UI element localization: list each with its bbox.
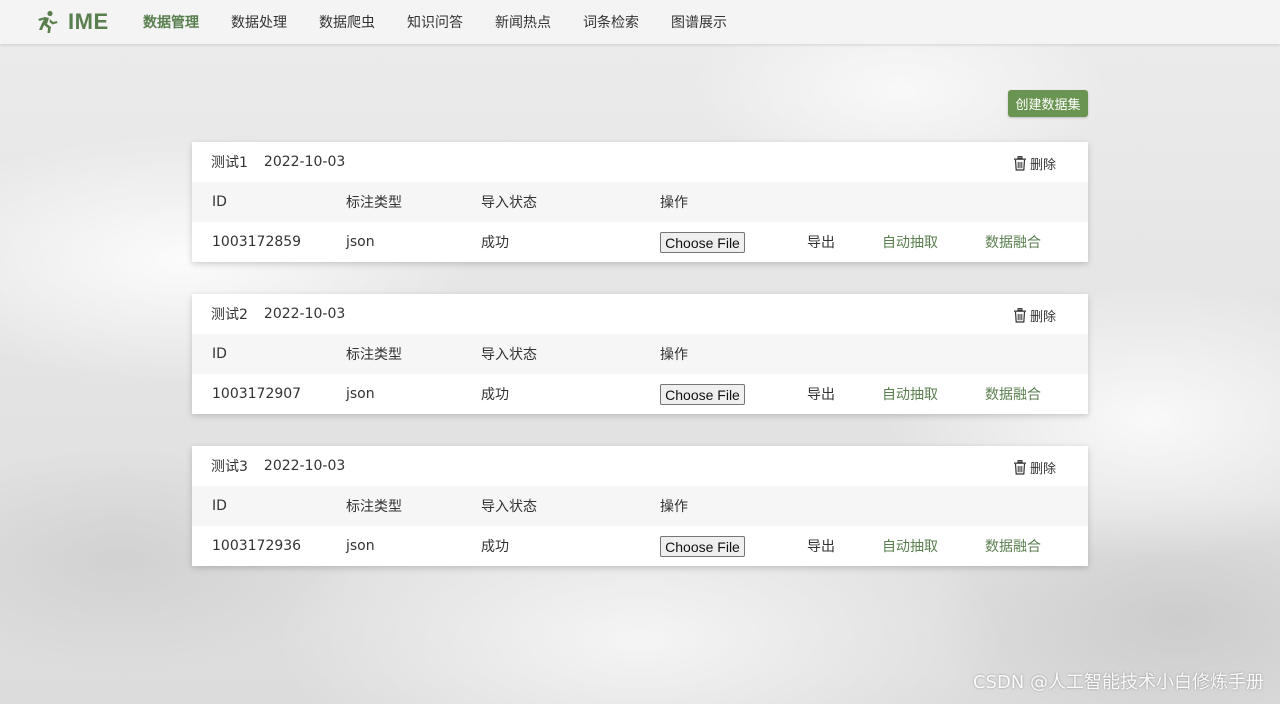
choose-file-button[interactable]: Choose File	[660, 536, 745, 557]
nav-item-graph-display[interactable]: 图谱展示	[671, 12, 727, 32]
auto-extract-link[interactable]: 自动抽取	[882, 526, 938, 566]
dataset-card-header: 测试1 2022-10-03 删除	[192, 142, 1088, 182]
dataset-card: 测试2 2022-10-03 删除 ID 标注类型 导入状态 操作 100317…	[192, 294, 1088, 414]
import-status: 成功	[481, 387, 509, 403]
main-nav: 数据管理 数据处理 数据爬虫 知识问答 新闻热点 词条检索 图谱展示	[143, 0, 759, 44]
delete-label: 删除	[1029, 310, 1056, 325]
annotation-type: json	[346, 538, 375, 554]
delete-label: 删除	[1029, 462, 1056, 477]
dataset-name: 测试3	[211, 459, 248, 475]
export-link[interactable]: 导出	[807, 222, 835, 262]
dataset-date: 2022-10-03	[263, 306, 346, 322]
column-header-operation: 操作	[660, 195, 688, 211]
watermark: CSDN @人工智能技术小白修炼手册	[972, 672, 1264, 693]
column-header-type: 标注类型	[346, 347, 402, 363]
nav-item-data-crawler[interactable]: 数据爬虫	[319, 12, 375, 32]
table-header-row: ID 标注类型 导入状态 操作	[192, 182, 1088, 222]
trash-icon	[1013, 308, 1026, 323]
export-link[interactable]: 导出	[807, 526, 835, 566]
column-header-operation: 操作	[660, 499, 688, 515]
dataset-id: 1003172859	[212, 234, 302, 250]
running-figure-icon	[36, 10, 60, 34]
brand-logo[interactable]: IME	[36, 9, 143, 35]
table-header-row: ID 标注类型 导入状态 操作	[192, 334, 1088, 374]
dataset-name: 测试1	[211, 155, 248, 171]
column-header-id: ID	[212, 498, 227, 514]
column-header-type: 标注类型	[346, 195, 402, 211]
annotation-type: json	[346, 386, 375, 402]
annotation-type: json	[346, 234, 375, 250]
brand-name: IME	[68, 9, 109, 34]
choose-file-button[interactable]: Choose File	[660, 384, 745, 405]
nav-item-data-processing[interactable]: 数据处理	[231, 12, 287, 32]
dataset-date: 2022-10-03	[263, 154, 346, 170]
column-header-status: 导入状态	[481, 347, 537, 363]
column-header-id: ID	[212, 346, 227, 362]
nav-item-knowledge-qa[interactable]: 知识问答	[407, 12, 463, 32]
top-navbar: IME 数据管理 数据处理 数据爬虫 知识问答 新闻热点 词条检索 图谱展示	[0, 0, 1280, 44]
nav-item-entry-search[interactable]: 词条检索	[583, 12, 639, 32]
delete-button[interactable]: 删除	[1013, 306, 1056, 325]
dataset-name: 测试2	[211, 307, 248, 323]
trash-icon	[1013, 156, 1026, 171]
auto-extract-link[interactable]: 自动抽取	[882, 374, 938, 414]
auto-extract-link[interactable]: 自动抽取	[882, 222, 938, 262]
column-header-id: ID	[212, 194, 227, 210]
dataset-id: 1003172936	[212, 538, 302, 554]
dataset-id: 1003172907	[212, 386, 302, 402]
import-status: 成功	[481, 539, 509, 555]
delete-label: 删除	[1029, 158, 1056, 173]
trash-icon	[1013, 460, 1026, 475]
create-dataset-button[interactable]: 创建数据集	[1008, 90, 1088, 117]
data-merge-link[interactable]: 数据融合	[985, 222, 1041, 262]
data-merge-link[interactable]: 数据融合	[985, 526, 1041, 566]
column-header-status: 导入状态	[481, 195, 537, 211]
data-merge-link[interactable]: 数据融合	[985, 374, 1041, 414]
table-header-row: ID 标注类型 导入状态 操作	[192, 486, 1088, 526]
table-row: 1003172859 json 成功 Choose File 导出 自动抽取 数…	[192, 222, 1088, 262]
dataset-card: 测试1 2022-10-03 删除 ID 标注类型 导入状态 操作 100317…	[192, 142, 1088, 262]
delete-button[interactable]: 删除	[1013, 154, 1056, 173]
table-row: 1003172936 json 成功 Choose File 导出 自动抽取 数…	[192, 526, 1088, 566]
delete-button[interactable]: 删除	[1013, 458, 1056, 477]
dataset-card: 测试3 2022-10-03 删除 ID 标注类型 导入状态 操作 100317…	[192, 446, 1088, 566]
table-row: 1003172907 json 成功 Choose File 导出 自动抽取 数…	[192, 374, 1088, 414]
dataset-date: 2022-10-03	[263, 458, 346, 474]
export-link[interactable]: 导出	[807, 374, 835, 414]
choose-file-button[interactable]: Choose File	[660, 232, 745, 253]
column-header-operation: 操作	[660, 347, 688, 363]
nav-item-data-management[interactable]: 数据管理	[143, 12, 199, 32]
dataset-card-header: 测试3 2022-10-03 删除	[192, 446, 1088, 486]
column-header-type: 标注类型	[346, 499, 402, 515]
import-status: 成功	[481, 235, 509, 251]
column-header-status: 导入状态	[481, 499, 537, 515]
nav-item-news-hotspots[interactable]: 新闻热点	[495, 12, 551, 32]
dataset-card-header: 测试2 2022-10-03 删除	[192, 294, 1088, 334]
